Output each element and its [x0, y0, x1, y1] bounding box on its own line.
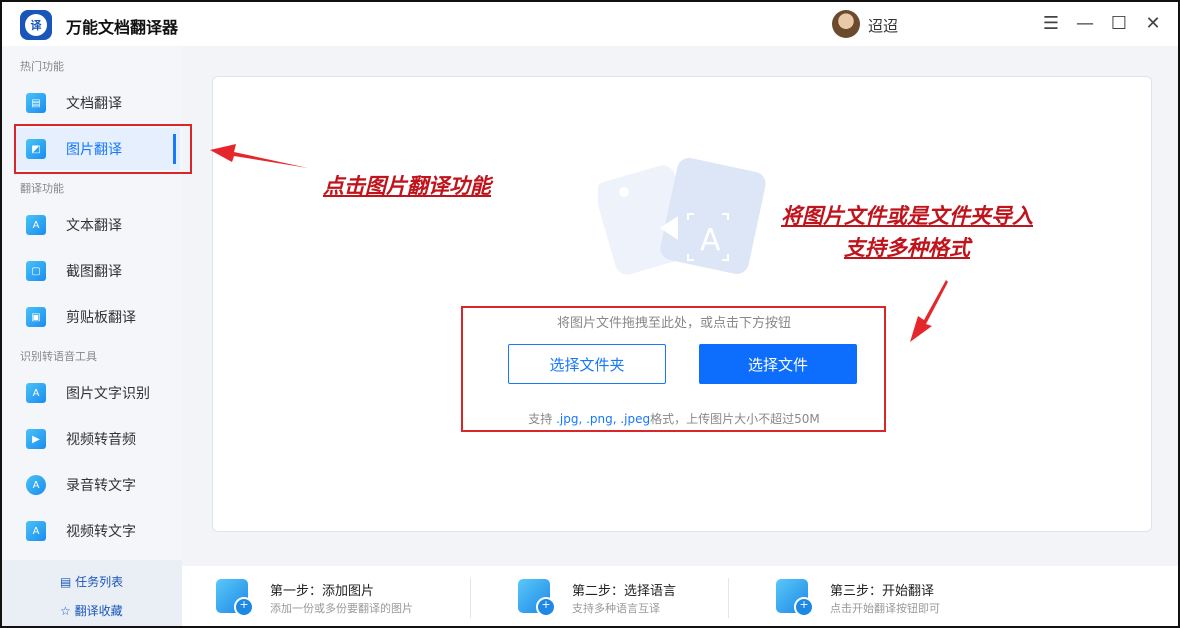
task-list-label: 任务列表	[75, 575, 124, 589]
sidebar-item-label: 文本翻译	[66, 218, 122, 234]
step-subtitle: 点击开始翻译按钮即可	[830, 602, 940, 615]
maximize-icon[interactable]: ☐	[1108, 12, 1130, 34]
step-divider	[728, 578, 729, 618]
upload-area[interactable]	[212, 76, 1152, 532]
sidebar-item-video-to-audio[interactable]: ▶ 视频转音频	[14, 418, 180, 460]
document-icon: ▤	[26, 93, 46, 113]
annotation-left-text: 点击图片翻译功能	[323, 174, 491, 198]
menu-icon[interactable]: ☰	[1040, 12, 1062, 34]
sidebar-item-recording-to-text[interactable]: A 录音转文字	[14, 464, 180, 506]
text-icon: A	[26, 215, 46, 235]
minimize-icon[interactable]: —	[1074, 12, 1096, 34]
screenshot-icon: ▢	[26, 261, 46, 281]
ocr-icon: A	[26, 383, 46, 403]
sidebar-item-image-ocr[interactable]: A 图片文字识别	[14, 372, 180, 414]
sidebar-item-text-translate[interactable]: A 文本翻译	[14, 204, 180, 246]
task-list-link[interactable]: ▤ 任务列表	[60, 573, 123, 590]
svg-text:A: A	[700, 223, 721, 258]
step-title: 第一步：添加图片	[270, 584, 375, 599]
sidebar-item-label: 剪贴板翻译	[66, 310, 136, 326]
sidebar-item-document-translate[interactable]: ▤ 文档翻译	[14, 82, 180, 124]
annotation-arrow-left-icon	[210, 144, 308, 168]
user-avatar[interactable]	[832, 10, 860, 38]
language-icon	[518, 579, 556, 617]
start-translate-icon	[776, 579, 814, 617]
favorites-link[interactable]: ☆ 翻译收藏	[60, 602, 123, 619]
sidebar-item-clipboard-translate[interactable]: ▣ 剪贴板翻译	[14, 296, 180, 338]
annotation-right-line1: 将图片文件或是文件夹导入	[781, 204, 1033, 228]
sidebar-item-label: 视频转文字	[66, 524, 136, 540]
video-audio-icon: ▶	[26, 429, 46, 449]
section-label-translate: 翻译功能	[20, 182, 64, 195]
sidebar-item-label: 截图翻译	[66, 264, 122, 280]
close-icon[interactable]: ✕	[1142, 12, 1164, 34]
star-icon: ☆	[60, 604, 75, 618]
app-logo-icon: 译	[20, 10, 52, 40]
annotation-arrow-right-icon	[910, 280, 948, 342]
annotation-right-line2: 支持多种格式	[844, 236, 970, 260]
sidebar-bottom: ▤ 任务列表 ☆ 翻译收藏	[2, 560, 182, 626]
annotation-box-sidebar	[14, 124, 192, 174]
app-logo-text: 译	[25, 14, 47, 36]
step-subtitle: 支持多种语言互译	[572, 602, 660, 615]
sidebar-item-label: 录音转文字	[66, 478, 136, 494]
steps-bar: 第一步：添加图片 添加一份或多份要翻译的图片 第二步：选择语言 支持多种语言互译…	[182, 566, 1178, 626]
sidebar-item-label: 文档翻译	[66, 96, 122, 112]
favorites-label: 翻译收藏	[74, 604, 123, 618]
list-icon: ▤	[60, 575, 76, 589]
title-bar: 译 万能文档翻译器 迢迢 ☰ — ☐ ✕	[2, 2, 1178, 46]
section-label-hot: 热门功能	[20, 60, 64, 73]
annotation-box-upload	[461, 306, 886, 432]
sidebar-item-video-to-text[interactable]: A 视频转文字	[14, 510, 180, 552]
step-divider	[470, 578, 471, 618]
sidebar-item-label: 视频转音频	[66, 432, 136, 448]
add-image-icon	[216, 579, 254, 617]
user-name[interactable]: 迢迢	[868, 15, 898, 36]
video-text-icon: A	[26, 521, 46, 541]
step-title: 第三步：开始翻译	[830, 584, 935, 599]
step-title: 第二步：选择语言	[572, 584, 677, 599]
section-label-recognition: 识别转语音工具	[20, 350, 97, 363]
app-window: 译 万能文档翻译器 迢迢 ☰ — ☐ ✕ 热门功能 ▤ 文档翻译 ◩ 图片翻译 …	[0, 0, 1180, 628]
recording-icon: A	[26, 475, 46, 495]
step-subtitle: 添加一份或多份要翻译的图片	[270, 602, 413, 615]
clipboard-icon: ▣	[26, 307, 46, 327]
sidebar-item-label: 图片文字识别	[66, 386, 150, 402]
sidebar-item-screenshot-translate[interactable]: ▢ 截图翻译	[14, 250, 180, 292]
app-title: 万能文档翻译器	[66, 18, 179, 37]
